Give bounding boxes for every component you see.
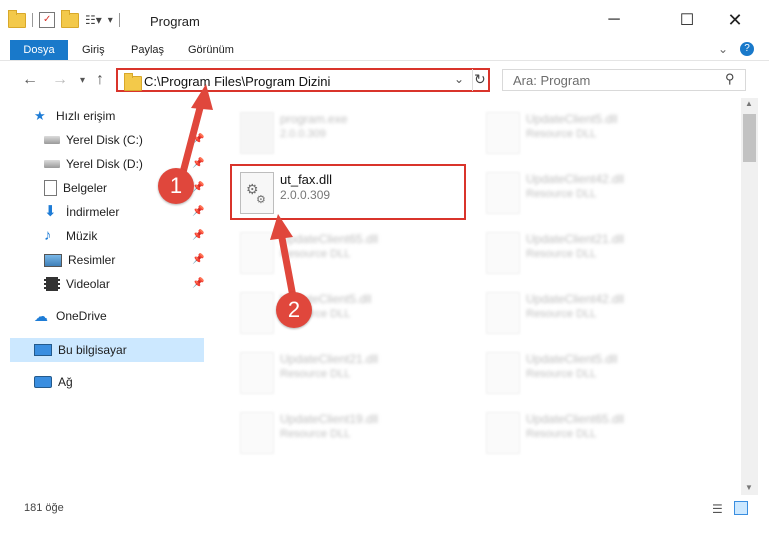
arrow-2-head [270, 214, 293, 240]
annotation-arrows [177, 84, 298, 306]
arrow-1-head [191, 84, 213, 110]
arrow-1-shaft [177, 100, 205, 184]
step-badge-2: 2 [276, 292, 312, 328]
step-badge-1: 1 [158, 168, 194, 204]
